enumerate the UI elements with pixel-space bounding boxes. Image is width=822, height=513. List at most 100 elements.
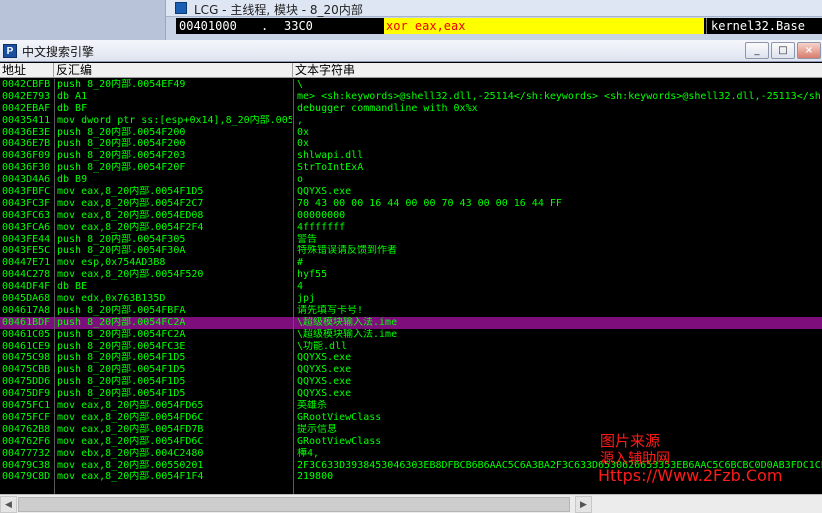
row-text-string: 特殊错误请反馈到作者 (297, 245, 397, 257)
row-disassembly: db B9 (57, 174, 88, 186)
row-address: 00447E71 (2, 257, 51, 269)
row-address: 00436E3E (2, 126, 51, 138)
row-address: 00477732 (2, 447, 51, 459)
table-row[interactable]: 00436F09 push 8_20内部.0054F203 shlwapi.dll (0, 150, 822, 162)
plugin-icon: P (3, 44, 17, 58)
table-row[interactable]: 0043D4A6 db B9 o (0, 174, 822, 186)
table-row[interactable]: 00436F30 push 8_20内部.0054F20F StrToIntExA (0, 162, 822, 174)
table-row[interactable]: 0044C278 mov eax,8_20内部.0054F520 hyf55 (0, 269, 822, 281)
row-address: 00475CBB (2, 364, 51, 376)
table-row[interactable]: 00475DD6 push 8_20内部.0054F1D5 QQYXS.exe (0, 376, 822, 388)
row-address: 0042E793 (2, 90, 51, 102)
row-disassembly: mov eax,8_20内部.0054FD7B (57, 423, 204, 435)
minimize-button[interactable]: _ (745, 42, 769, 59)
row-text-string: hyf55 (297, 269, 328, 281)
watermark-line-2: 源入辅助网 (600, 451, 670, 467)
row-address: 00461C05 (2, 328, 51, 340)
column-header-text-string[interactable]: 文本字符串 (293, 63, 822, 78)
window-title: 中文搜索引擎 (22, 45, 95, 59)
table-row[interactable]: 0043FE44 push 8_20内部.0054F305 警告 (0, 234, 822, 246)
row-disassembly: push 8_20内部.0054FC2A (57, 316, 186, 328)
background-panel (0, 0, 166, 40)
row-text-string: \超级模块输入法.ime (297, 328, 398, 340)
maximize-button[interactable]: □ (771, 42, 795, 59)
row-address: 00436E7B (2, 138, 51, 150)
row-address: 00436F09 (2, 150, 51, 162)
row-text-string: GRootViewClass (297, 411, 382, 423)
background-cpu-window: LCG - 主线程, 模块 - 8_20内部 00401000 . 33C0 x… (0, 0, 822, 40)
row-disassembly: push 8_20内部.0054F305 (57, 233, 186, 245)
cpu-row-instruction: xor eax,eax (384, 18, 704, 34)
table-row[interactable]: 0043FBFC mov eax,8_20内部.0054F1D5 QQYXS.exe (0, 186, 822, 198)
row-address: 00436F30 (2, 162, 51, 174)
table-row[interactable]: 00435411 mov dword ptr ss:[esp+0x14],8_20… (0, 115, 822, 127)
row-address: 0042EBAF (2, 102, 51, 114)
row-address: 00479C38 (2, 459, 51, 471)
row-disassembly: mov dword ptr ss:[esp+0x14],8_20内部.005 (57, 114, 292, 126)
table-row[interactable]: 0044DF4F db BE 4 (0, 281, 822, 293)
column-header: 地址 反汇编 文本字符串 (0, 63, 822, 78)
row-address: 0044C278 (2, 269, 51, 281)
row-text-string: 4 (297, 281, 304, 293)
row-address: 00475DF9 (2, 388, 51, 400)
row-disassembly: push 8_20内部.0054FC2A (57, 328, 186, 340)
row-address: 00461BDF (2, 316, 51, 328)
scroll-right-arrow-icon[interactable]: ▶ (575, 496, 592, 513)
row-text-string: 4fffffff (297, 221, 346, 233)
row-disassembly: push 8_20内部.0054F20F (57, 162, 186, 174)
row-text-string: jpj (297, 293, 316, 305)
row-address: 00475C98 (2, 352, 51, 364)
table-row[interactable]: 00475C98 push 8_20内部.0054F1D5 QQYXS.exe (0, 352, 822, 364)
row-disassembly: push 8_20内部.0054F203 (57, 150, 186, 162)
watermark: 图片来源 源入辅助网 Https://Www.2Fzb.Com (598, 428, 822, 504)
cpu-row-marker: . (261, 19, 269, 33)
table-row[interactable]: 00436E3E push 8_20内部.0054F200 0x (0, 127, 822, 139)
row-address: 0043FE44 (2, 233, 51, 245)
table-row[interactable]: 00461CE9 push 8_20内部.0054FC3E \功能.dll (0, 341, 822, 353)
table-row[interactable]: 00475CBB push 8_20内部.0054F1D5 QQYXS.exe (0, 364, 822, 376)
row-address: 0045DA68 (2, 293, 51, 305)
row-disassembly: mov eax,8_20内部.0054FD6C (57, 435, 204, 447)
cpu-row-comment: kernel32.Base (706, 18, 805, 34)
table-row[interactable]: 0043FE5C push 8_20内部.0054F30A 特殊错误请反馈到作者 (0, 245, 822, 257)
cpu-window-icon (175, 2, 187, 14)
row-text-string: 0x (297, 126, 310, 138)
row-text-string: 警告 (297, 233, 317, 245)
scrollbar-thumb[interactable] (18, 497, 570, 512)
row-text-string: QQYXS.exe (297, 186, 352, 198)
table-row[interactable]: 0043FC63 mov eax,8_20内部.0054ED08 00000000 (0, 210, 822, 222)
row-text-string: \功能.dll (297, 340, 348, 352)
table-row[interactable]: 00475FCF mov eax,8_20内部.0054FD6C GRootView… (0, 412, 822, 424)
row-text-string: QQYXS.exe (297, 376, 352, 388)
cpu-disassembly-row[interactable]: 00401000 . 33C0 xor eax,eax kernel32.Bas… (176, 18, 822, 34)
row-disassembly: push 8_20内部.0054FBFA (57, 304, 186, 316)
row-disassembly: mov esp,0x754AD3B8 (57, 257, 166, 269)
table-row[interactable]: 00475FC1 mov eax,8_20内部.0054FD65 英雄杀 (0, 400, 822, 412)
row-text-string: shlwapi.dll (297, 150, 364, 162)
table-row[interactable]: 00461C05 push 8_20内部.0054FC2A \超级模块输入法.ime (0, 329, 822, 341)
row-disassembly: mov eax,8_20内部.0054ED08 (57, 209, 204, 221)
table-row[interactable]: 004617A8 push 8_20内部.0054FBFA 请先填写卡号! (0, 305, 822, 317)
table-row[interactable]: 00447E71 mov esp,0x754AD3B8 # (0, 257, 822, 269)
row-address: 004617A8 (2, 304, 51, 316)
table-row[interactable]: 0045DA68 mov edx,0x763B135D jpj (0, 293, 822, 305)
cpu-row-hex: 33C0 (284, 19, 313, 33)
close-button[interactable]: × (797, 42, 821, 59)
column-header-address[interactable]: 地址 (0, 63, 54, 78)
table-row[interactable]: 0042CBFB push 8_20内部.0054EF49 \ (0, 79, 822, 91)
table-row[interactable]: 0043FC3F mov eax,8_20内部.0054F2C7 70 43 00 … (0, 198, 822, 210)
table-row[interactable]: 0042EBAF db BF debugger commandline with 0… (0, 103, 822, 115)
row-address: 0044DF4F (2, 281, 51, 293)
table-row[interactable]: 00475DF9 push 8_20内部.0054F1D5 QQYXS.exe (0, 388, 822, 400)
window-titlebar[interactable]: P 中文搜索引擎 _ □ × (0, 40, 822, 62)
column-header-disassembly[interactable]: 反汇编 (54, 63, 293, 78)
background-window-titlebar[interactable]: LCG - 主线程, 模块 - 8_20内部 (166, 0, 822, 17)
table-row-selected[interactable]: 00461BDF push 8_20内部.0054FC2A \超级模块输入法.ime (0, 316, 822, 329)
scroll-left-arrow-icon[interactable]: ◀ (0, 496, 17, 513)
row-address: 00461CE9 (2, 340, 51, 352)
row-disassembly: push 8_20内部.0054F1D5 (57, 352, 186, 364)
table-row[interactable]: 0043FCA6 mov eax,8_20内部.0054F2F4 4fffffff (0, 222, 822, 234)
table-row[interactable]: 0042E793 db A1 me> <sh:keywords>@shell32.d… (0, 91, 822, 103)
table-row[interactable]: 00436E7B push 8_20内部.0054F200 0x (0, 138, 822, 150)
row-disassembly: db BE (57, 281, 88, 293)
